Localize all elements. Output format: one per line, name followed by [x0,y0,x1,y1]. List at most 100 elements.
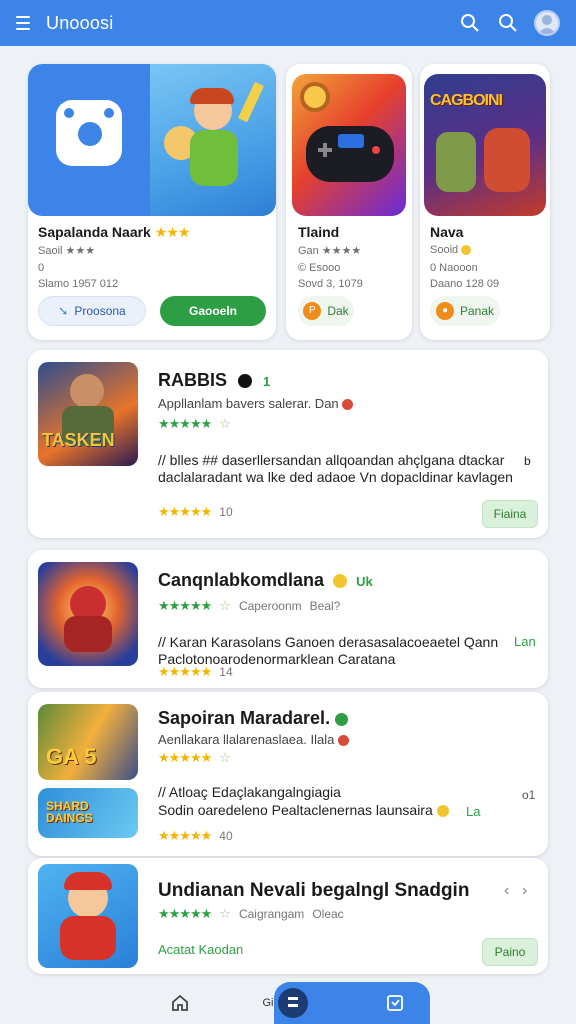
featured-row: Sapalanda Naark ★★★ Saoil ★★★ 0 Slamo 19… [28,64,550,340]
search-icon[interactable] [458,11,482,35]
featured-card[interactable]: Sapalanda Naark ★★★ Saoil ★★★ 0 Slamo 19… [28,64,276,340]
review-count: 14 [219,665,233,679]
rating-stars: ★★★★★ [158,504,212,519]
status-icon [238,374,253,389]
featured-art [28,64,276,216]
bookmark-icon[interactable] [378,982,412,1024]
list-item[interactable]: Undianan Nevali begalngl Snadgin ‹ › ★★★… [28,858,548,974]
compass-icon[interactable]: Gi [250,982,320,1024]
bottom-nav: Gi [0,982,576,1024]
install-button[interactable]: Paino [482,938,538,966]
rating-stars: ★★★ [154,224,191,240]
check-icon: ☆ [219,906,231,921]
featured-meta: Saoil ★★★ [38,245,96,257]
list-item[interactable]: Canqnlabkomdlana Uk ★★★★★ ☆ Caperoonm Be… [28,550,548,688]
cartoon-art [150,64,276,216]
item-meta: Caperoonm [238,599,302,613]
rating-stars: ★★★★★ [158,750,212,765]
game-thumbnail [38,864,138,968]
thumbnail-title: SHARD DAINGS [46,799,93,825]
featured-meta: © Esooo [298,262,341,274]
featured-meta: Sooid [430,244,459,256]
item-title: Sapoiran Maradarel. [158,708,331,728]
featured-name: Tlaind [298,224,340,240]
game-thumbnail: SHARD DAINGS [38,788,138,838]
review-count: 40 [219,829,233,843]
badge-icon: P [303,302,322,320]
featured-art [292,74,406,216]
description-suffix: o1 [522,788,536,802]
search-icon[interactable] [496,11,520,35]
check-icon: ☆ [219,750,231,765]
footer-label: Acatat Kaodan [158,942,244,957]
check-icon: ☆ [219,416,231,431]
featured-meta: 0 Naooon [430,262,478,274]
item-title: RABBIS [158,370,228,390]
arrow-icon: ➘ [58,304,69,318]
review-count: 10 [219,505,233,519]
home-icon[interactable] [162,982,198,1024]
controller-icon [56,100,122,166]
rating-stars: ★★★★★ [158,828,212,843]
secondary-button[interactable]: ➘ Proosona [38,296,146,326]
item-title: Canqnlabkomdlana [158,570,325,590]
game-thumbnail: TASKEN [38,362,138,466]
list-item[interactable]: TASKEN RABBIS 1 Appllanlam bavers salera… [28,350,548,538]
game-thumbnail: GA 5 [38,704,138,780]
item-subtitle: Appllanlam bavers salerar. Dan [158,396,339,411]
featured-card[interactable]: CAGBOINI Nava Sooid 0 Naooon Daano 128 0… [420,64,550,340]
install-button[interactable]: Fiaina [482,500,538,528]
verified-icon [335,712,349,726]
item-description: Sodin oaredeleno Pealtaclenernas launsai… [158,802,433,818]
star-icon [461,245,472,256]
emoji-icon [333,574,348,589]
app-bar: Unooosi [0,0,576,46]
featured-meta: Sovd 3, 1079 [298,278,363,290]
featured-meta: Slamo 1957 012 [38,278,119,290]
action-button[interactable]: ● Panak [430,296,500,326]
featured-name: Nava [430,224,464,240]
action-label: Dak [327,304,349,318]
chevron-right-icon[interactable]: › [522,882,527,900]
alert-icon [337,735,349,747]
item-meta: Beal? [309,599,341,613]
thumbnail-title: TASKEN [42,430,115,450]
action-button[interactable]: P Dak [298,296,354,326]
primary-button[interactable]: Gaooeln [160,296,266,326]
menu-icon[interactable] [16,13,36,33]
nav-label: Gi [262,997,274,1009]
item-title: Undianan Nevali begalngl Snadgin [158,880,470,901]
featured-meta: 0 [38,262,45,274]
item-meta: Oleac [312,907,344,921]
app-title: Unooosi [46,12,114,33]
game-thumbnail [38,562,138,666]
avatar[interactable] [534,10,560,36]
alert-icon [342,399,354,411]
item-count: 1 [263,374,271,389]
thumbnail-title: GA 5 [46,744,97,769]
rating-stars: ★★★★★ [158,598,212,613]
check-icon: ☆ [219,598,231,613]
region-tag: Uk [356,574,373,589]
featured-name: Sapalanda Naark [38,224,151,240]
list-item[interactable]: GA 5 SHARD DAINGS Sapoiran Maradarel. Ae… [28,692,548,856]
featured-art: CAGBOINI [424,74,546,216]
description-suffix: b [524,454,531,468]
description-suffix: Lan [514,634,536,649]
action-label: Panak [459,304,495,318]
featured-card[interactable]: Tlaind Gan ★★★★ © Esooo Sovd 3, 1079 P D… [286,64,412,340]
badge-icon: ● [435,302,454,320]
item-subtitle: Aenllakara llalarenaslaea. Ilala [158,732,335,747]
rating-stars: ★★★★★ [158,906,212,921]
rating-stars: ★★★★★ [158,664,212,679]
art-title: CAGBOINI [430,92,503,109]
item-description: // Karan Karasolans Ganoen derasasalacoe… [158,634,499,667]
item-description: // Atloaç Edaçlakangalngiagia [158,784,341,800]
item-description: // blles ## daserllersandan allqoandan a… [158,452,513,485]
secondary-button-label: Proosona [74,304,126,318]
rating-stars: ★★★★★ [158,416,212,431]
chevron-left-icon[interactable]: ‹ [504,882,509,900]
item-meta: Caigrangam [238,907,305,921]
featured-meta: Daano 128 09 [430,278,500,290]
featured-meta: Gan ★★★★ [298,245,362,257]
